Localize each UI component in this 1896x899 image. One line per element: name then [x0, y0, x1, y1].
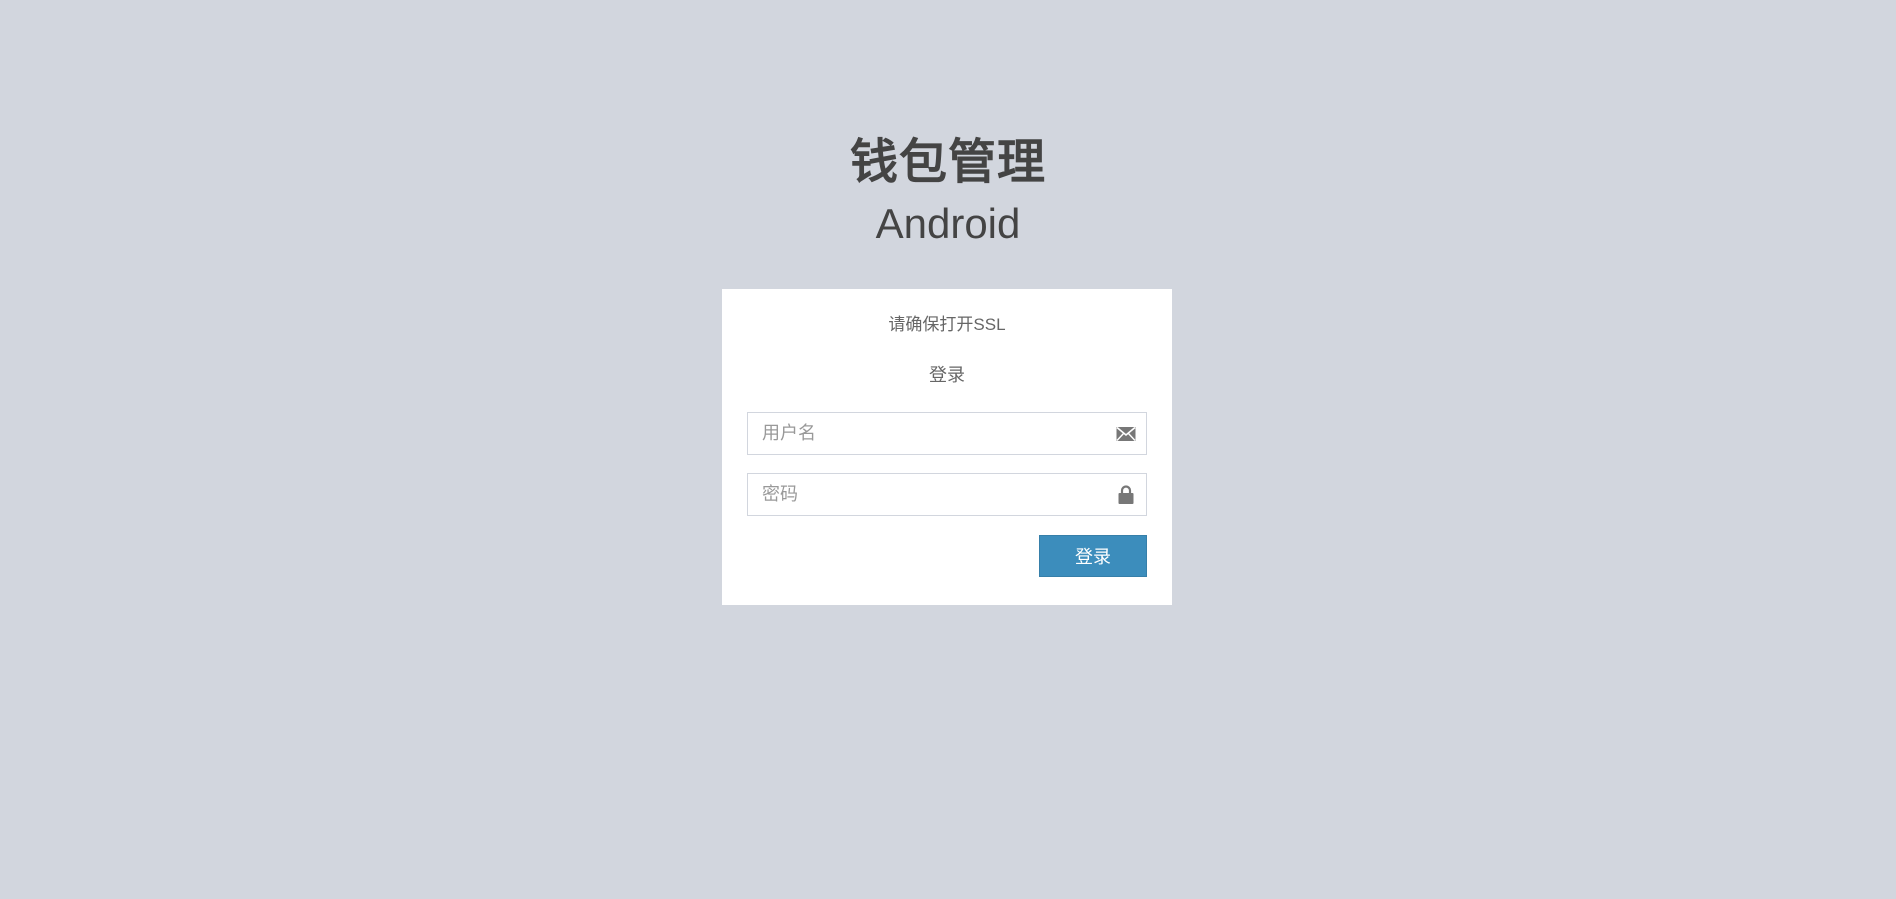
password-input[interactable]: [747, 473, 1147, 516]
login-page: 钱包管理 Android 请确保打开SSL 登录 用户名 登录: [0, 0, 1896, 899]
login-box: 请确保打开SSL 登录 登录: [722, 289, 1172, 605]
login-actions: 登录: [747, 535, 1147, 577]
app-subtitle: Android: [875, 200, 1021, 247]
envelope-icon: [1115, 423, 1137, 445]
username-group: [747, 412, 1147, 455]
login-button[interactable]: 登录: [1039, 535, 1147, 577]
username-input[interactable]: [747, 412, 1147, 455]
lock-icon: [1115, 484, 1137, 506]
login-logo: 钱包管理 Android: [0, 130, 1896, 252]
login-box-message: 登录: [929, 365, 965, 385]
app-title: 钱包管理: [849, 136, 1046, 189]
ssl-notice: 请确保打开SSL: [888, 315, 1006, 334]
password-group: [747, 473, 1147, 516]
